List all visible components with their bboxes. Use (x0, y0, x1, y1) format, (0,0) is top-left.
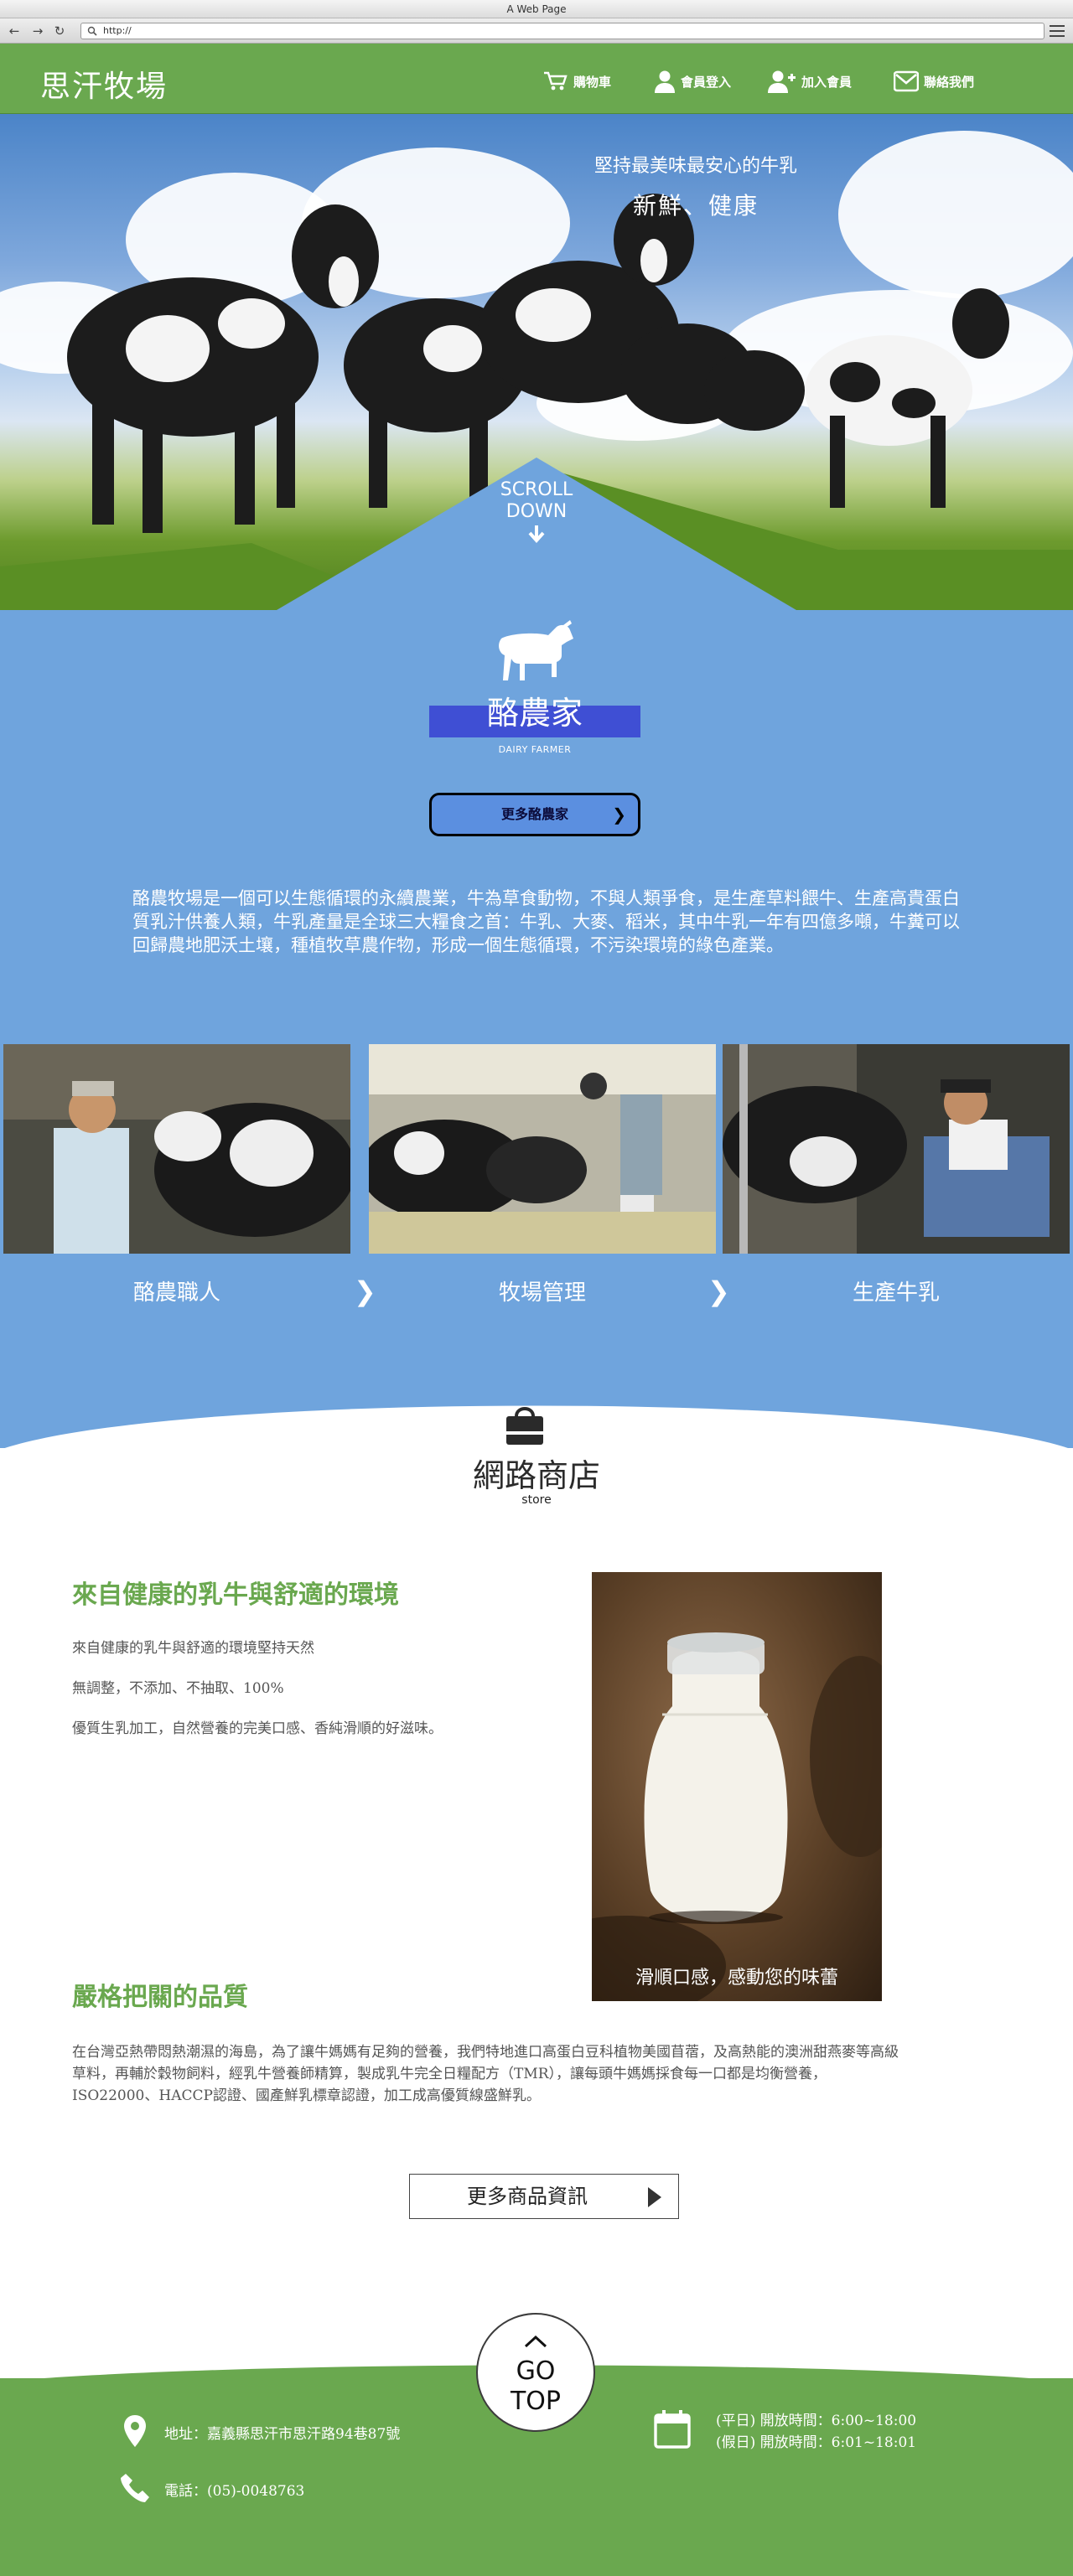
scroll-down-button[interactable]: SCROLL DOWN (469, 479, 604, 551)
step-ranch-caption[interactable]: 牧場管理 (369, 1275, 716, 1306)
arrow-down-icon (528, 525, 545, 544)
url-text: http:// (103, 25, 132, 36)
nav-login-label: 會員登入 (681, 74, 732, 90)
go-top-line2: TOP (510, 2387, 562, 2416)
farmer-title-text: 酪農家 (486, 695, 583, 732)
ranch-photo (369, 1044, 716, 1254)
farmer-subtitle: DAIRY FARMER (498, 744, 572, 755)
nav-join[interactable]: 加入會員 (768, 69, 852, 94)
hero-tagline: 新鮮、健康 (632, 192, 759, 220)
quality-description: 在台灣亞熱帶悶熱潮濕的海島，為了讓牛媽媽有足夠的營養，我們特地進口高蛋白豆科植物… (72, 2044, 899, 2104)
milk-bottle-photo (592, 1572, 882, 2001)
address-bar[interactable]: http:// (80, 23, 1044, 39)
reload-icon[interactable]: ↻ (52, 23, 67, 39)
nav-contact[interactable]: 聯絡我們 (894, 69, 974, 94)
more-farmer-button[interactable]: 更多酪農家 ❯ (429, 793, 640, 836)
cow-icon (499, 620, 573, 680)
more-products-label: 更多商品資訊 (467, 2185, 588, 2208)
healthy-line-3: 優質生乳加工，自然營養的完美口感、香純滑順的好滋味。 (72, 1720, 443, 1737)
step-farmer-caption[interactable]: 酪農職人 (3, 1275, 350, 1306)
user-icon (655, 70, 675, 93)
forward-arrow-icon[interactable]: → (30, 23, 45, 39)
search-icon (87, 26, 97, 36)
nav-contact-label: 聯絡我們 (924, 74, 975, 90)
window-title: A Web Page (0, 0, 1073, 18)
farmer-title: 酪農家 (429, 697, 640, 737)
healthy-cow-title: 來自健康的乳牛與舒適的環境 (72, 1580, 399, 1610)
go-top-button[interactable]: GO TOP (476, 2313, 595, 2432)
footer-address: 地址：嘉義縣思汗市思汗路94巷87號 (164, 2426, 401, 2443)
milk-photo-caption: 滑順口感，感動您的味蕾 (635, 1968, 838, 1989)
shopping-bag-icon (506, 1407, 543, 1445)
milking-photo (723, 1044, 1070, 1254)
play-arrow-icon (648, 2187, 661, 2207)
nav-join-label: 加入會員 (801, 74, 853, 90)
back-arrow-icon[interactable]: ← (7, 23, 22, 39)
site-header: 思汗牧場 購物車 會員登入 加入會員 聯絡我們 (0, 44, 1073, 114)
footer-phone: 電話：(05)-0048763 (164, 2483, 305, 2500)
more-products-button[interactable]: 更多商品資訊 (409, 2174, 679, 2219)
farmer-description: 酪農牧場是一個可以生態循環的永續農業，牛為草食動物，不與人類爭食，是生產草料餵牛… (132, 888, 960, 955)
nav-cart-label: 購物車 (573, 74, 612, 90)
go-top-line1: GO (516, 2356, 556, 2386)
browser-toolbar: ← → ↻ http:// (0, 18, 1073, 44)
hero-banner: 堅持最美味最安心的牛乳 新鮮、健康 SCROLL DOWN (0, 114, 1073, 610)
quality-title: 嚴格把關的品質 (72, 1983, 248, 2012)
scroll-down-line2: DOWN (505, 501, 568, 522)
site-logo[interactable]: 思汗牧場 (40, 62, 168, 106)
cart-icon (544, 71, 568, 91)
chevron-up-icon (524, 2335, 547, 2348)
more-farmer-label: 更多酪農家 (500, 806, 568, 822)
location-pin-icon (124, 2415, 146, 2447)
calendar-icon (654, 2410, 691, 2449)
phone-icon (121, 2474, 149, 2502)
store-subtitle: store (521, 1493, 552, 1507)
farmer-photo (3, 1044, 350, 1254)
step-milk-caption[interactable]: 生產牛乳 (723, 1275, 1070, 1306)
store-title: 網路商店 (472, 1457, 600, 1494)
chevron-right-icon: ❯ (612, 804, 626, 825)
hero-slogan: 堅持最美味最安心的牛乳 (594, 156, 797, 177)
nav-cart[interactable]: 購物車 (543, 69, 611, 94)
add-user-icon (768, 70, 796, 93)
mail-icon (894, 70, 919, 92)
footer-hours-holiday: (假日) 開放時間：6:01~18:01 (716, 2434, 917, 2451)
healthy-line-1: 來自健康的乳牛與舒適的環境堅持天然 (72, 1640, 314, 1657)
healthy-line-2: 無調整，不添加、不抽取、100% (72, 1680, 284, 1697)
web-page: A Web Page ← → ↻ http:// 思汗牧場 購物車 會員登入 加… (0, 0, 1073, 2576)
nav-login[interactable]: 會員登入 (654, 69, 731, 94)
hamburger-menu-icon[interactable] (1050, 25, 1065, 37)
scroll-down-line1: SCROLL (500, 479, 573, 500)
footer-hours-weekday: (平日) 開放時間：6:00~18:00 (716, 2413, 917, 2429)
